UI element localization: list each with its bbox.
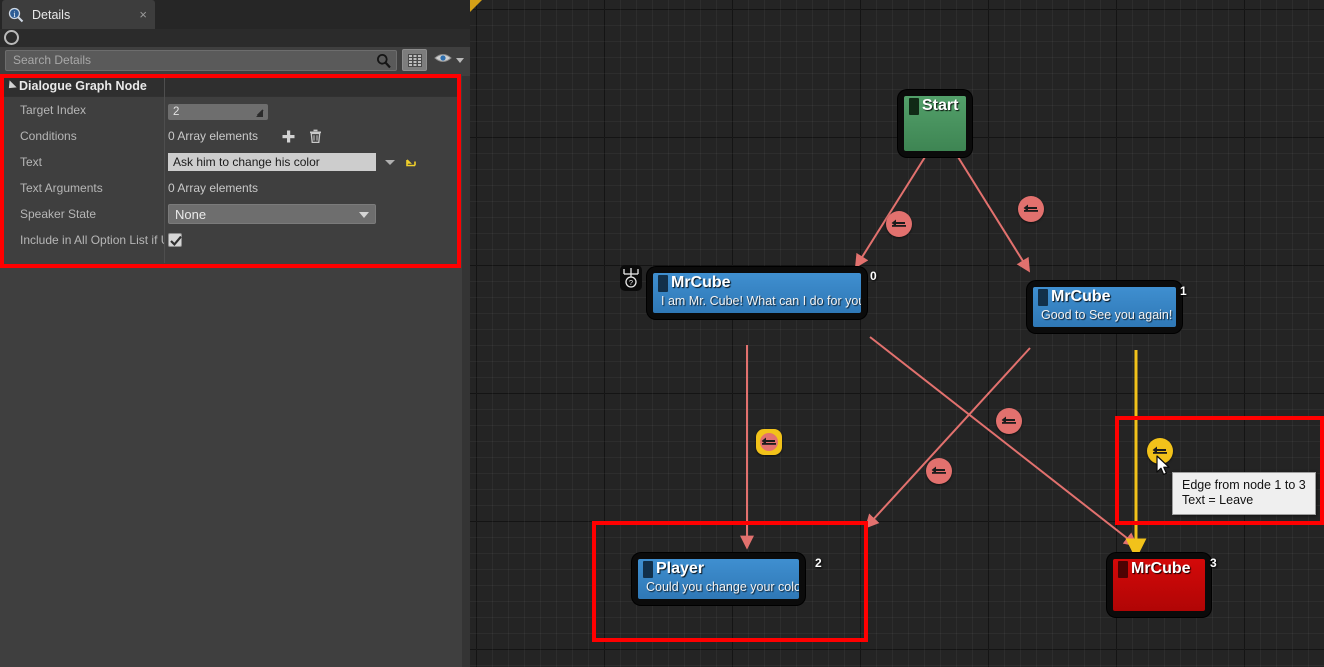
node-3-index: 3 [1210,556,1217,570]
graph-node-0[interactable]: MrCube I am Mr. Cube! What can I do for … [647,267,867,319]
edge-icon-0-to-2[interactable] [756,429,782,455]
row-text-arguments: Text Arguments 0 Array elements [2,175,460,201]
search-details-box[interactable] [5,49,397,71]
label-target-index: Target Index [20,103,87,117]
search-icon [376,53,392,69]
details-magnifier-icon: i [8,7,24,23]
graph-node-2[interactable]: Player Could you change your color? [632,553,805,605]
mouse-cursor [1156,455,1172,477]
speaker-state-value: None [175,206,207,222]
graph-node-3[interactable]: MrCube [1107,553,1211,617]
node-0-text: I am Mr. Cube! What can I do for you? [661,294,861,308]
speaker-color-swatch [909,97,919,115]
label-include-in-all-option-list: Include in All Option List if U [20,233,164,247]
edge-tooltip: Edge from node 1 to 3 Text = Leave [1172,472,1316,515]
node-2-title: Player [656,560,705,577]
expander-triangle-icon[interactable] [5,80,17,92]
edge-icon-start-to-1[interactable] [1018,196,1044,222]
node-3-title: MrCube [1131,560,1191,577]
text-options-chevron-down-icon[interactable] [385,159,395,165]
grid-icon [407,53,422,67]
transition-arrow-icon [1023,204,1038,212]
transition-arrow-icon [891,219,906,227]
tooltip-line-1: Edge from node 1 to 3 [1182,478,1306,492]
node-1-title: MrCube [1051,288,1111,305]
root-node-badge-icon: ? [620,265,642,291]
speaker-color-swatch [1118,560,1128,578]
node-0-title: MrCube [671,274,731,291]
transition-arrow-icon [760,433,778,451]
speaker-color-swatch [643,560,653,578]
tab-details[interactable]: i Details × [2,0,155,29]
search-input[interactable] [6,50,371,70]
row-target-index: Target Index [2,97,460,123]
include-in-all-option-list-checkbox[interactable] [168,233,182,247]
speaker-state-select[interactable]: None [168,204,376,224]
edge-icon-start-to-0[interactable] [886,211,912,237]
speaker-color-swatch [1038,288,1048,306]
node-2-index: 2 [815,556,822,570]
delete-elements-button[interactable] [309,129,322,144]
grid-view-button[interactable] [402,49,427,71]
start-node-title-row: Start [904,96,966,116]
node-0-index: 0 [870,269,877,283]
speaker-color-swatch [658,274,668,292]
lock-details-toggle[interactable] [4,30,19,45]
category-header-dialogue-graph-node[interactable]: Dialogue Graph Node [2,76,460,97]
details-panel: i Details × Search Details Dialogue Grap… [0,0,470,667]
conditions-array-count: 0 Array elements [168,129,259,143]
sub-toolbar [0,29,470,47]
visibility-eye-button[interactable] [434,51,464,69]
text-input[interactable] [168,153,376,171]
graph-node-1[interactable]: MrCube Good to See you again! [1027,281,1182,333]
label-speaker-state: Speaker State [20,207,97,221]
text-arguments-array-count: 0 Array elements [168,181,259,195]
node-0-body: MrCube I am Mr. Cube! What can I do for … [653,273,861,313]
node-3-body: MrCube [1113,559,1205,611]
property-list: Dialogue Graph Node Target Index 2 Condi… [2,76,460,263]
graph-node-start[interactable]: Start [898,90,972,157]
node-1-title-row: MrCube [1033,287,1176,307]
label-conditions: Conditions [20,129,77,143]
node-2-text: Could you change your color? [646,580,799,594]
start-node-title: Start [922,97,959,114]
node-0-title-row: MrCube [653,273,861,293]
start-node-body: Start [904,96,966,151]
node-1-text: Good to See you again! [1041,308,1173,322]
close-icon[interactable]: × [137,8,149,21]
category-title: Dialogue Graph Node [19,79,147,93]
row-include-in-all-option-list: Include in All Option List if U [2,227,460,253]
dialogue-graph-canvas[interactable]: Start MrCube I am Mr. Cube! What can I d… [470,0,1324,667]
chevron-down-icon[interactable] [456,57,464,63]
add-element-button[interactable] [282,130,295,143]
row-text: Text [2,149,460,175]
target-index-input[interactable] [168,104,268,120]
target-index-field[interactable] [168,102,268,120]
label-text: Text [20,155,43,169]
chevron-down-icon [359,212,369,218]
revert-to-default-icon[interactable] [405,156,417,168]
node-2-body: Player Could you change your color? [638,559,799,599]
node-1-index: 1 [1180,284,1187,298]
transition-arrow-icon [931,466,946,474]
svg-text:?: ? [629,278,633,287]
edge-icon-0-to-3[interactable] [926,458,952,484]
node-1-body: MrCube Good to See you again! [1033,287,1176,327]
tab-details-label: Details [32,7,71,22]
label-text-arguments: Text Arguments [20,181,103,195]
row-speaker-state: Speaker State None [2,201,460,227]
tab-bar: i Details × [0,0,470,29]
edge-icon-1-to-2[interactable] [996,408,1022,434]
transition-arrow-icon [1001,416,1016,424]
search-toolbar [0,47,470,73]
eye-icon [434,51,452,69]
node-2-title-row: Player [638,559,799,579]
node-3-title-row: MrCube [1113,559,1205,579]
row-conditions: Conditions 0 Array elements [2,123,460,149]
tooltip-line-2: Text = Leave [1182,493,1254,507]
details-scrollbar[interactable] [462,76,470,667]
